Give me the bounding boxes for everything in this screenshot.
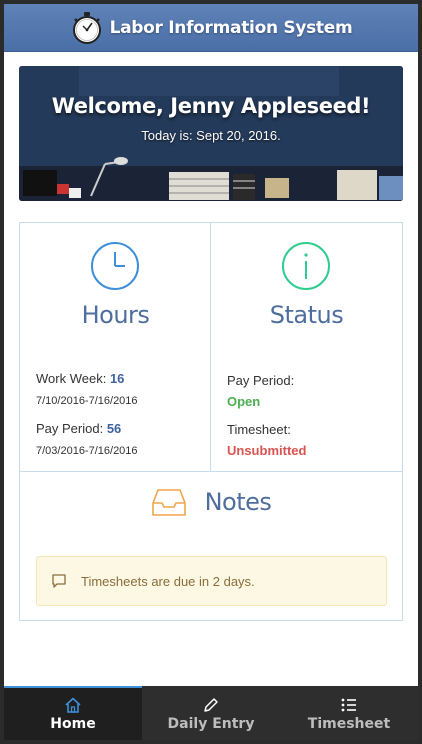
pay-period-line: Pay Period: 56: [36, 421, 121, 436]
nav-daily-entry[interactable]: Daily Entry: [142, 686, 280, 740]
timesheet-status-value: Unsubmitted: [227, 443, 307, 458]
inbox-icon: [151, 489, 186, 516]
nav-home-label: Home: [50, 716, 96, 732]
status-card[interactable]: Status Pay Period: Open Timesheet: Unsub…: [211, 223, 402, 472]
welcome-heading: Welcome, Jenny Appleseed!: [51, 94, 371, 118]
status-heading: Status: [269, 301, 344, 329]
status-pay-period-value: Open: [227, 394, 261, 409]
nav-home[interactable]: Home: [4, 686, 142, 740]
app-title: Labor Information System: [109, 17, 353, 38]
app-header: Labor Information System: [4, 4, 418, 52]
welcome-banner: Welcome, Jenny Appleseed! Today is: Sept…: [19, 66, 403, 201]
hours-card[interactable]: Hours Work Week: 16 7/10/2016-7/16/2016 …: [20, 223, 211, 472]
work-week-range: 7/10/2016-7/16/2016: [36, 395, 138, 407]
timesheet-label: Timesheet:: [227, 422, 291, 437]
bottom-nav: Home Daily Entry Timesheet: [4, 686, 418, 740]
info-icon: [282, 242, 330, 290]
pay-period-label: Pay Period:: [36, 421, 104, 436]
nav-timesheet-label: Timesheet: [307, 716, 391, 732]
notes-card: Notes Timesheets are due in 2 days.: [20, 472, 402, 620]
nav-daily-entry-label: Daily Entry: [167, 716, 255, 732]
status-pay-period-label: Pay Period:: [227, 373, 295, 388]
nav-timesheet[interactable]: Timesheet: [280, 686, 418, 740]
pay-period-value: 56: [106, 421, 122, 436]
dashboard-grid: Hours Work Week: 16 7/10/2016-7/16/2016 …: [19, 222, 403, 621]
pay-period-range: 7/03/2016-7/16/2016: [36, 445, 138, 457]
work-week-value: 16: [109, 371, 125, 386]
work-week-line: Work Week: 16: [36, 371, 124, 386]
notes-alert: Timesheets are due in 2 days.: [36, 556, 387, 606]
notes-header: Notes: [20, 484, 402, 520]
home-icon: [65, 697, 81, 713]
hours-heading: Hours: [81, 301, 150, 329]
work-week-label: Work Week:: [36, 371, 107, 386]
notes-heading: Notes: [204, 488, 272, 516]
today-date: Today is: Sept 20, 2016.: [141, 128, 281, 143]
app-frame: Labor Information System Welcome, Jenny …: [4, 4, 418, 740]
comment-icon: [52, 574, 66, 588]
pencil-icon: [204, 698, 218, 712]
alert-text: Timesheets are due in 2 days.: [81, 573, 255, 589]
list-icon: [341, 698, 356, 712]
clock-icon: [91, 242, 139, 290]
stopwatch-icon: [72, 11, 101, 44]
